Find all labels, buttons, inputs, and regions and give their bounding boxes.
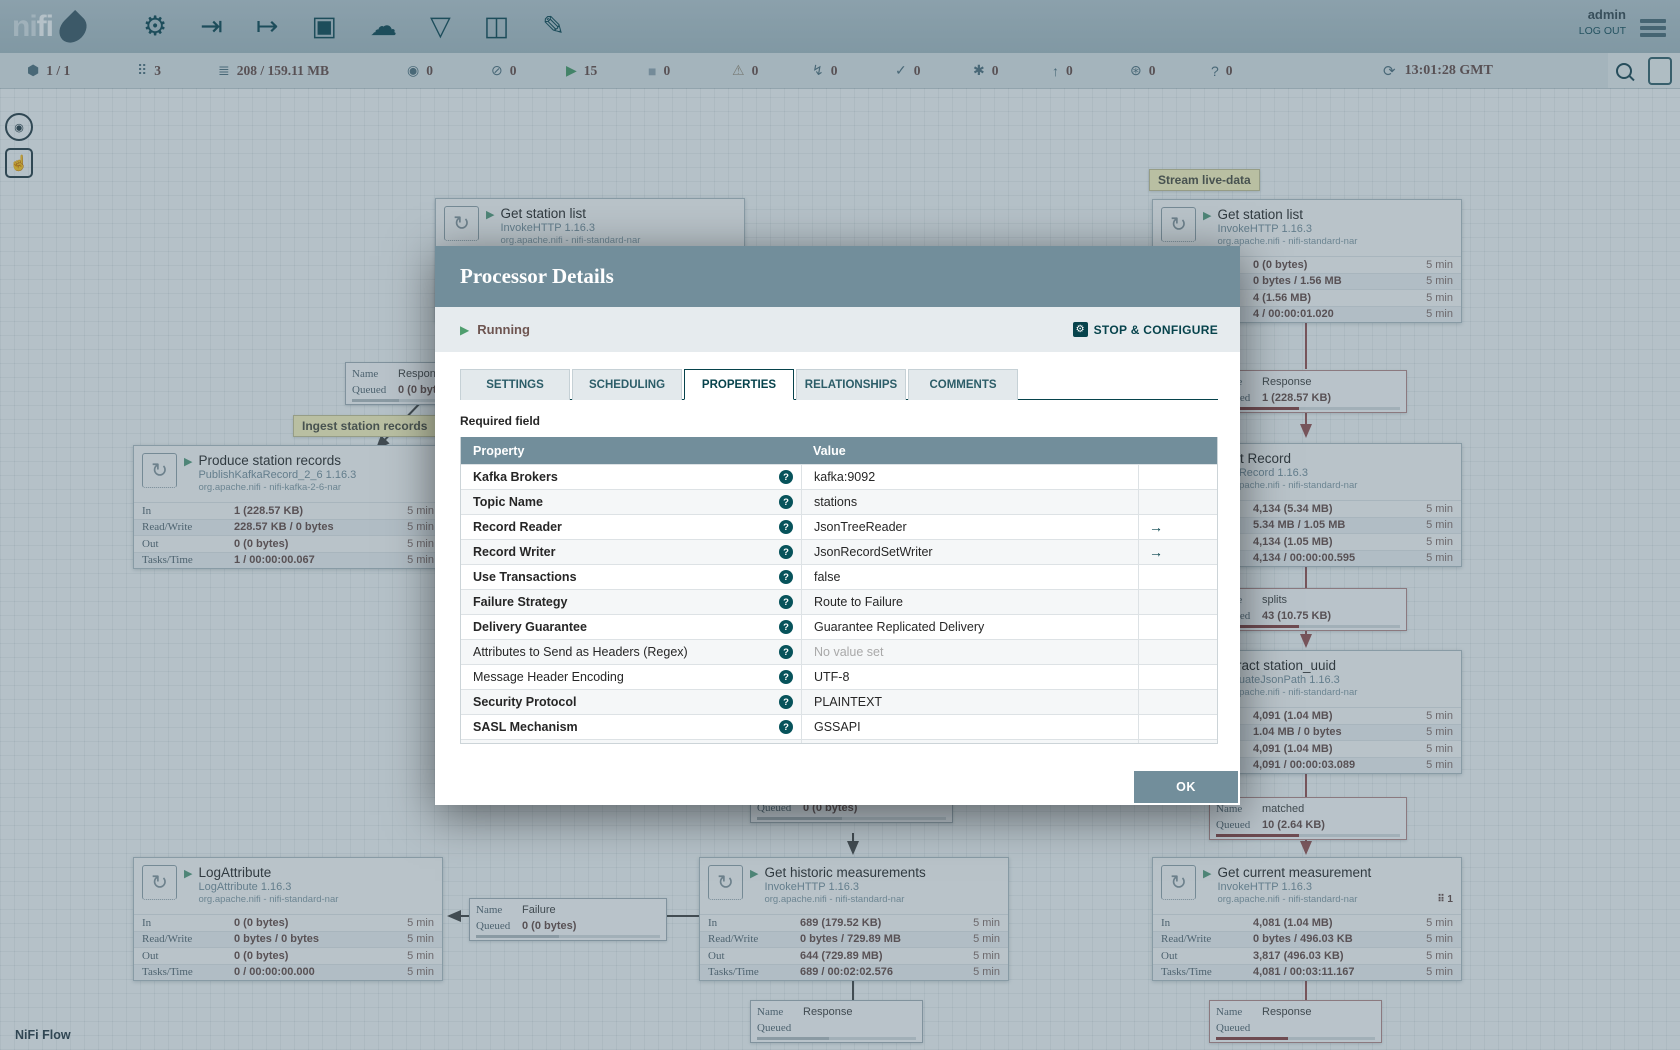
property-name: Kafka Brokers [473,470,558,484]
property-name: Delivery Guarantee [473,620,587,634]
tab-properties[interactable]: PROPERTIES [684,369,794,400]
dialog-title: Processor Details [460,264,614,288]
help-icon[interactable]: ? [779,570,793,584]
properties-table-body: Kafka Brokers? kafka:9092 Topic Name? stati… [461,464,1217,743]
processor-details-dialog: Processor Details ▶ Running ⚙ STOP & CON… [435,246,1240,805]
property-row: Message Header Encoding? UTF-8 [461,664,1217,689]
dialog-tabs: SETTINGS SCHEDULING PROPERTIES RELATIONSHIP… [460,368,1218,400]
property-value[interactable]: No value set [801,640,1138,664]
property-value[interactable]: Route to Failure [801,590,1138,614]
nifi-app: ni fi ⚙ ⇥ ↦ ▣ ☁ ▽ ◫ ✎ admin LOG OUT ⟳ 13:01:28 G… [0,0,1680,1050]
help-icon[interactable]: ? [779,720,793,734]
go-to-service-icon[interactable]: → [1149,544,1163,560]
property-name: Topic Name [473,495,543,509]
property-value[interactable]: JsonRecordSetWriter [801,540,1138,564]
tab-settings[interactable]: SETTINGS [460,369,570,400]
property-value[interactable]: GSSAPI [801,715,1138,739]
help-icon[interactable]: ? [779,695,793,709]
property-value[interactable]: false [801,565,1138,589]
help-icon[interactable]: ? [779,670,793,684]
property-row: Topic Name? stations [461,489,1217,514]
property-row: Kerberos Credentials Service?No value se… [461,739,1217,743]
value-column-header: Value [813,443,846,458]
help-icon[interactable]: ? [779,520,793,534]
property-name: Record Reader [473,520,562,534]
property-name: Record Writer [473,545,556,559]
property-name: Message Header Encoding [473,670,624,684]
property-value[interactable]: UTF-8 [801,665,1138,689]
required-field-note: Required field [460,414,541,428]
property-row: Record Writer? JsonRecordSetWriter → [461,539,1217,564]
property-row: Attributes to Send as Headers (Regex)? No… [461,639,1217,664]
run-status-text: Running [477,322,530,337]
help-icon[interactable]: ? [779,595,793,609]
property-column-header: Property [473,443,525,458]
help-icon[interactable]: ? [779,620,793,634]
property-value[interactable]: No value set [801,740,1138,743]
property-value[interactable]: kafka:9092 [801,465,1138,489]
property-row: Kafka Brokers? kafka:9092 [461,464,1217,489]
property-row: Use Transactions? false [461,564,1217,589]
dialog-status-row: ▶ Running ⚙ STOP & CONFIGURE [435,307,1240,352]
property-name: Security Protocol [473,695,577,709]
property-value[interactable]: JsonTreeReader [801,515,1138,539]
tab-comments[interactable]: COMMENTS [908,369,1018,400]
property-row: Security Protocol? PLAINTEXT [461,689,1217,714]
property-name: SASL Mechanism [473,720,578,734]
properties-table-header: Property Value [461,437,1217,464]
running-icon: ▶ [460,322,470,337]
gear-icon: ⚙ [1072,322,1088,337]
property-value[interactable]: Guarantee Replicated Delivery [801,615,1138,639]
properties-table: Property Value Kafka Brokers? kafka:9092 T… [460,437,1218,744]
tab-relationships[interactable]: RELATIONSHIPS [796,369,906,400]
property-name: Failure Strategy [473,595,568,609]
tab-scheduling[interactable]: SCHEDULING [572,369,682,400]
help-icon[interactable]: ? [779,495,793,509]
property-row: Failure Strategy? Route to Failure [461,589,1217,614]
go-to-service-icon[interactable]: → [1149,519,1163,535]
help-icon[interactable]: ? [779,645,793,659]
property-row: SASL Mechanism? GSSAPI [461,714,1217,739]
property-row: Record Reader? JsonTreeReader → [461,514,1217,539]
dialog-header: Processor Details [435,246,1240,307]
property-row: Delivery Guarantee? Guarantee Replicated … [461,614,1217,639]
property-name: Attributes to Send as Headers (Regex) [473,645,688,659]
property-value[interactable]: PLAINTEXT [801,690,1138,714]
help-icon[interactable]: ? [779,545,793,559]
run-state: ▶ Running [460,322,530,337]
property-value[interactable]: stations [801,490,1138,514]
property-name: Use Transactions [473,570,577,584]
stop-and-configure-button[interactable]: ⚙ STOP & CONFIGURE [1072,322,1218,337]
ok-button[interactable]: OK [1134,771,1238,803]
help-icon[interactable]: ? [779,470,793,484]
